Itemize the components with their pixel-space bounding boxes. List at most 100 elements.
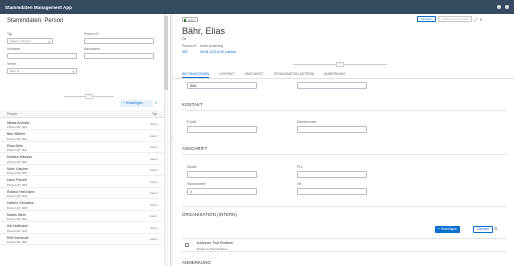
- search-icon[interactable]: [497, 5, 501, 9]
- filter-vorname-label: Vorname: [7, 47, 21, 51]
- email-field[interactable]: [187, 126, 257, 133]
- table-row[interactable]: Niklas Artmeld Person ID: 903 intern: [0, 119, 165, 130]
- tab-anmerkung[interactable]: ANMERKUNG: [324, 70, 345, 78]
- table-row[interactable]: Marc Löscher Person ID: 903 intern: [0, 165, 165, 176]
- ort-field[interactable]: [297, 188, 367, 195]
- row-person-name: Marc Löscher: [7, 166, 29, 171]
- scrollbar-thumb[interactable]: [164, 16, 168, 90]
- row-type: intern: [150, 145, 158, 149]
- org-add-button[interactable]: + Hinzufügen: [435, 226, 460, 233]
- object-badge-text: Intern: [188, 18, 195, 22]
- row-person-id: Person ID: 903: [7, 217, 28, 221]
- table-row[interactable]: Karlo Polzelt Person ID: 903 intern: [0, 177, 165, 188]
- filter-nachname-input[interactable]: [84, 53, 154, 59]
- filter-person-id-label: Person ID: [84, 32, 99, 36]
- row-type: intern: [150, 225, 158, 230]
- header-actions: Löschen Änderungsprotokoll ⤢ ✕: [417, 16, 483, 22]
- table-row[interactable]: Kathrin Gloddeck Person ID: 903 intern: [0, 200, 165, 211]
- section-anmerkung-title: ANMERKUNG: [182, 260, 211, 265]
- filter-nachname-label: Nachname: [84, 47, 100, 51]
- filter-typ-label: Typ: [7, 32, 13, 36]
- org-row-checkbox[interactable]: [185, 243, 189, 247]
- row-person-name: Kathrin Gloddeck: [7, 201, 34, 205]
- row-person-id: Person ID: 903: [7, 148, 28, 152]
- nachname-field[interactable]: Bähr: [187, 82, 257, 89]
- filter-vorname-input[interactable]: [7, 53, 77, 59]
- mobile-label: Mobilnummer: [297, 120, 317, 124]
- table-row[interactable]: Rolf Kaminski Person ID: 903 intern: [0, 234, 165, 245]
- row-person-id: Person ID: 903: [7, 136, 28, 141]
- collapse-filter-button[interactable]: ⌃: [85, 94, 93, 99]
- column-header-person[interactable]: Person: [7, 112, 17, 116]
- tab-organisation[interactable]: ORGANISATION (INTERN): [274, 70, 314, 78]
- row-person-id: Person ID: 903: [7, 182, 28, 187]
- change-log-button[interactable]: Änderungsprotokoll: [438, 16, 473, 22]
- list-title: Stammdaten: Person: [7, 18, 64, 24]
- row-person-name: Ben Wilbert: [7, 132, 26, 136]
- filter-verein-select[interactable]: Bitte w... ▾: [7, 68, 77, 74]
- row-person-id: Person ID: 903: [7, 228, 28, 233]
- table-header: Person Typ: [0, 110, 165, 118]
- table-row[interactable]: Mathes Wessau Person ID: 903 intern: [0, 154, 165, 165]
- row-type: intern: [150, 168, 158, 172]
- org-list-item[interactable]: Johannes Thal Klinikum Johannes Thal Kli…: [182, 238, 507, 252]
- row-person-id: Person ID: 903: [7, 194, 28, 198]
- row-person-name: Karlo Polzelt: [7, 178, 27, 182]
- table-row[interactable]: Roland Heßmann Person ID: 903 intern: [0, 188, 165, 199]
- section-tabs: INFORMATIONEN KONTAKT ANSCHRIFT ORGANISA…: [182, 70, 345, 78]
- app-title: Stammdaten Management App: [5, 4, 72, 10]
- hausnummer-label: Hausnummer: [187, 182, 207, 186]
- row-person-name: Mathes Wessau: [7, 155, 33, 159]
- row-person-name: Rolf Kaminski: [7, 235, 29, 240]
- row-person-id: Person ID: 903: [7, 171, 28, 175]
- fullscreen-icon[interactable]: ⤢: [474, 17, 477, 22]
- row-type: intern: [150, 214, 158, 218]
- list-scrollbar[interactable]: [164, 14, 168, 266]
- section-kontakt-title: KONTAKT: [182, 102, 203, 107]
- collapse-header-button[interactable]: ⌃: [336, 62, 344, 67]
- last-change-label: letzte Änderung: [200, 44, 224, 48]
- mobile-field[interactable]: [297, 126, 367, 133]
- row-type: intern: [150, 156, 158, 161]
- row-type: intern: [150, 133, 158, 138]
- delete-button[interactable]: Löschen: [417, 16, 437, 22]
- row-person-id: Person ID: 903: [7, 159, 28, 164]
- plz-field[interactable]: [297, 171, 367, 178]
- tab-informationen[interactable]: INFORMATIONEN: [182, 70, 210, 78]
- email-label: E-Mail: [187, 120, 197, 124]
- table-row[interactable]: Martin Stern Person ID: 903 intern: [0, 211, 165, 222]
- upper-field-right[interactable]: [297, 82, 367, 89]
- row-type: intern: [150, 122, 158, 126]
- org-delete-button[interactable]: Löschen: [473, 226, 494, 233]
- strasse-field[interactable]: [187, 171, 257, 178]
- shell-actions: [497, 5, 509, 9]
- object-page: Intern Bähr, Elias Ok Person ID 903 letz…: [173, 14, 514, 266]
- row-type: intern: [150, 179, 158, 184]
- last-change-value[interactable]: 06.06.2023 8:28 Lobbrer: [200, 50, 236, 54]
- row-type: intern: [150, 191, 158, 195]
- person-id-label: Person ID: [182, 44, 197, 48]
- tab-anschrift[interactable]: ANSCHRIFT: [245, 70, 264, 78]
- hausnummer-field[interactable]: 3: [187, 188, 257, 195]
- filter-person-id-input[interactable]: [84, 38, 154, 44]
- tab-kontakt[interactable]: KONTAKT: [219, 70, 234, 78]
- add-person-button[interactable]: + Hinzufügen: [120, 100, 153, 107]
- table-row[interactable]: Ben Wilbert Person ID: 903 intern: [0, 131, 165, 142]
- close-icon[interactable]: ✕: [479, 17, 482, 22]
- search-icon[interactable]: ⌕: [155, 100, 157, 105]
- settings-icon[interactable]: ⚙: [494, 226, 498, 231]
- filter-verein-value: Bitte w...: [10, 69, 22, 73]
- object-title: Bähr, Elias: [182, 26, 226, 36]
- object-subtitle: Ok: [182, 37, 187, 41]
- strasse-label: Straße: [187, 165, 197, 169]
- row-person-name: Roland Heßmann: [7, 189, 35, 194]
- shell-bar: Stammdaten Management App: [0, 0, 514, 14]
- chevron-down-icon: ▾: [72, 70, 74, 74]
- filter-typ-select[interactable]: select or fill text ▾: [7, 38, 53, 44]
- chevron-down-icon: ▾: [48, 40, 50, 44]
- table-row[interactable]: Elias Bähr Person ID: 903 intern: [0, 142, 165, 153]
- column-header-typ[interactable]: Typ: [152, 112, 157, 116]
- user-avatar-icon[interactable]: [505, 5, 509, 9]
- table-row[interactable]: Kai Hoffmann Person ID: 903 intern: [0, 223, 165, 234]
- row-person-id: Person ID: 903: [7, 205, 28, 210]
